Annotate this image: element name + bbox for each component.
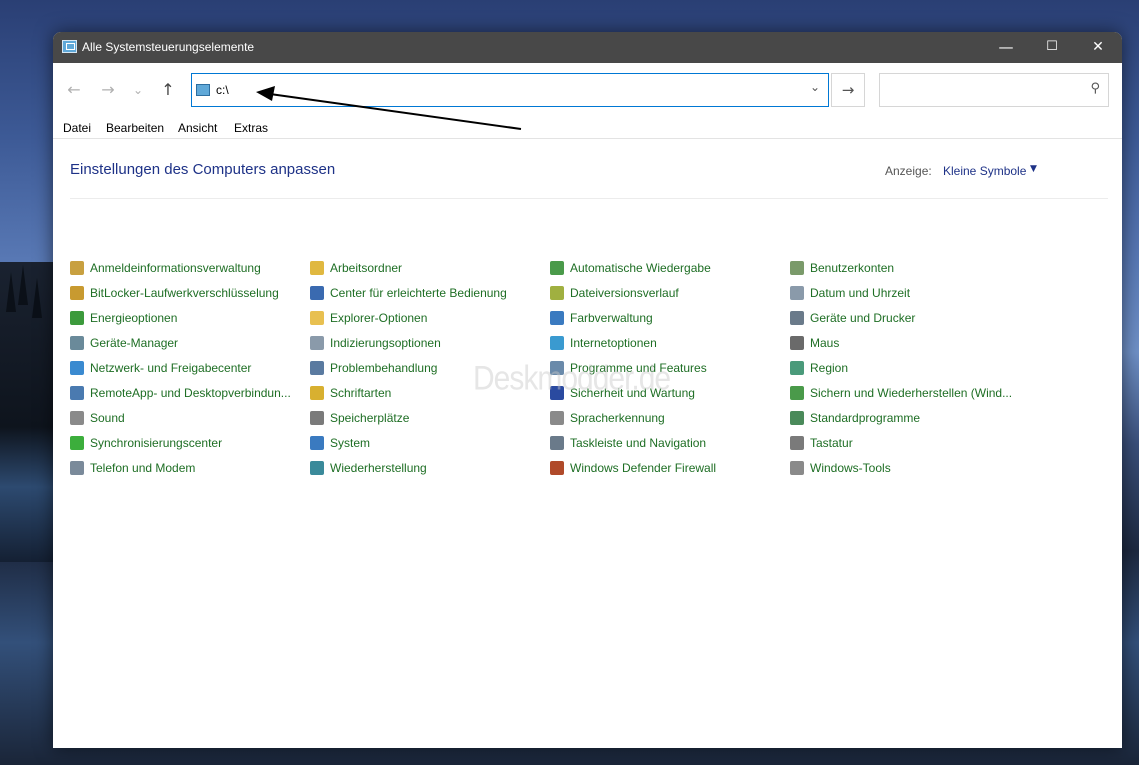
annotation-arrow-head	[256, 86, 275, 101]
annotation-arrow	[256, 86, 522, 130]
annotation-arrow-line	[269, 93, 522, 130]
